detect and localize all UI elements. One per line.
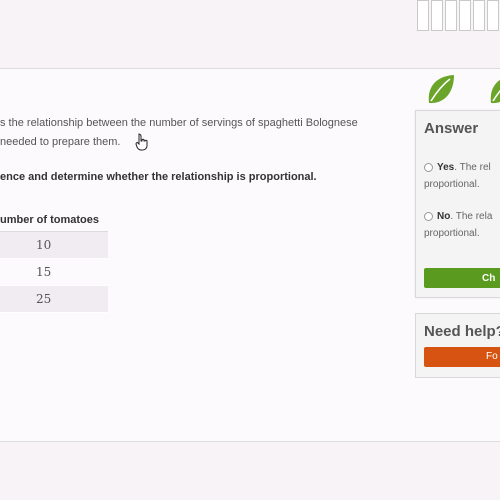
thumbnail-tile[interactable]: [431, 0, 443, 31]
question-text-line2: needed to prepare them.: [0, 136, 121, 148]
question-text-line1: s the relationship between the number of…: [0, 117, 358, 129]
table-row: 10: [0, 231, 108, 259]
hand-cursor-icon: [135, 133, 149, 156]
help-title: Need help?: [424, 323, 500, 340]
option-text: . The rel: [454, 162, 491, 173]
option-text: . The rela: [450, 211, 493, 222]
option-text-line2: proportional.: [424, 179, 480, 190]
thumbnail-tile[interactable]: [445, 0, 457, 31]
table-cell: 15: [0, 258, 108, 286]
data-table: umber of tomatoes 10 15 25: [0, 208, 108, 313]
column-header: umber of tomatoes: [0, 208, 108, 232]
answer-option-no[interactable]: No. The rela proportional.: [424, 208, 492, 242]
table-row: 25: [0, 285, 108, 313]
answer-box: Answer Yes. The rel proportional. No. Th…: [415, 110, 500, 298]
radio-icon[interactable]: [424, 162, 433, 172]
table-cell: 10: [0, 231, 108, 259]
thumbnail-tile[interactable]: [473, 0, 485, 31]
thumbnail-tile[interactable]: [417, 0, 429, 31]
leaf-icon: [488, 73, 500, 112]
table-header-row: umber of tomatoes: [0, 208, 108, 232]
thumbnail-tile[interactable]: [459, 0, 471, 31]
check-answer-button[interactable]: Ch: [424, 268, 500, 288]
help-button[interactable]: Fo: [424, 347, 500, 367]
question-instruction: ence and determine whether the relations…: [0, 171, 317, 183]
top-area: [0, 0, 500, 68]
option-label: Yes: [437, 162, 455, 173]
table-cell: 25: [0, 285, 108, 313]
option-label: No: [437, 211, 451, 222]
help-box: Need help? Fo: [415, 313, 500, 378]
leaf-icon: [426, 73, 456, 112]
bottom-area: [0, 442, 500, 500]
thumbnail-tile[interactable]: [487, 0, 499, 31]
thumbnail-strip: [417, 0, 500, 31]
table-row: 15: [0, 258, 108, 286]
option-text-line2: proportional.: [424, 228, 480, 239]
answer-title: Answer: [424, 120, 479, 137]
radio-icon[interactable]: [424, 211, 433, 221]
answer-option-yes[interactable]: Yes. The rel proportional.: [424, 159, 491, 193]
